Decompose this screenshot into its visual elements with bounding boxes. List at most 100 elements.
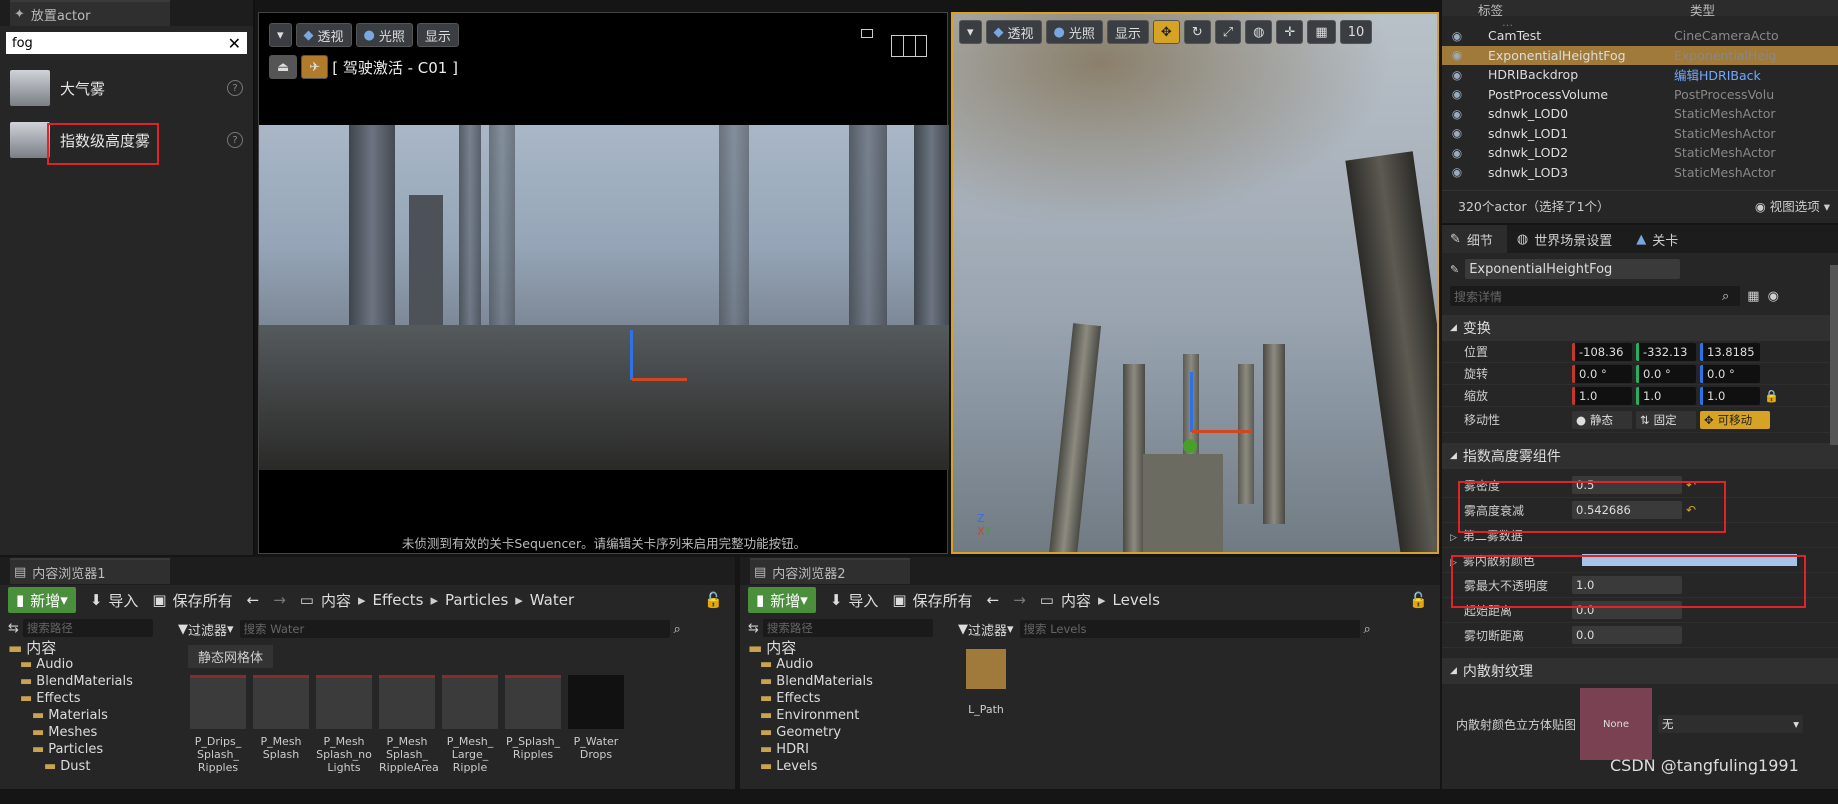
rotation-z[interactable]: 0.0 °	[1700, 364, 1760, 383]
location-y[interactable]: -332.13	[1636, 342, 1696, 361]
lock-icon[interactable]: 🔓	[704, 591, 723, 609]
sources-icon[interactable]: ⇆	[748, 621, 759, 636]
details-scrollbar[interactable]	[1830, 265, 1838, 445]
lit-button[interactable]: ● 光照	[1045, 20, 1103, 44]
back-icon[interactable]: ←	[987, 591, 1000, 609]
folder-tree-item[interactable]: ▬ BlendMaterials	[8, 673, 178, 690]
gizmo-x-axis[interactable]	[632, 378, 687, 381]
grid-snap-value[interactable]: 10	[1339, 20, 1373, 44]
breadcrumb-item[interactable]: Levels	[1113, 591, 1160, 609]
perspective-button[interactable]: ◆ 透视	[985, 20, 1042, 44]
breadcrumb-item[interactable]: Particles	[445, 591, 508, 609]
cb2-add-button[interactable]: ▮ 新增 ▾	[748, 587, 816, 613]
section-inscatter-texture[interactable]: ◢ 内散射纹理	[1442, 658, 1838, 684]
outliner-row[interactable]: ◉ PostProcessVolume PostProcessVolu	[1442, 85, 1838, 105]
folder-tree-item[interactable]: ▬ BlendMaterials	[748, 673, 958, 690]
location-x[interactable]: -108.36	[1572, 342, 1632, 361]
outliner-row[interactable]: ◉ sdnwk_LOD3 StaticMeshActor	[1442, 163, 1838, 183]
gizmo-z-axis[interactable]	[630, 330, 633, 380]
folder-tree-item[interactable]: ▬ Effects	[748, 690, 958, 707]
outliner-row[interactable]: ◉ ExponentialHeightFog ExponentialHeig	[1442, 45, 1838, 65]
lock-icon[interactable]: 🔓	[1409, 591, 1428, 609]
camera-lock-icon[interactable]: ✈	[301, 55, 329, 79]
asset-tile[interactable]: P_Mesh Splash	[253, 675, 309, 761]
scale-tool-icon[interactable]: ⤢	[1214, 20, 1242, 44]
folder-tree-item[interactable]: ▬ Levels	[748, 758, 958, 775]
asset-tile[interactable]: P_Water Drops	[568, 675, 624, 761]
cb2-path-search[interactable]: 搜索路径	[762, 619, 933, 637]
folder-tree-item[interactable]: ▬ Particles	[8, 741, 178, 758]
lit-button[interactable]: ● 光照	[355, 23, 413, 47]
place-actor-tab[interactable]: ✦ 放置actor	[10, 0, 170, 26]
location-z[interactable]: 13.8185	[1700, 342, 1760, 361]
folder-tree-item[interactable]: ▬ Effects	[8, 690, 178, 707]
rotation-x[interactable]: 0.0 °	[1572, 364, 1632, 383]
content-browser-2-tab[interactable]: ▤ 内容浏览器2	[750, 558, 910, 584]
actor-name-input[interactable]: ExponentialHeightFog	[1465, 259, 1681, 279]
outliner-row[interactable]: ◉ HDRIBackdrop 编辑HDRIBack	[1442, 65, 1838, 85]
folder-tree-item[interactable]: ▬ Meshes	[8, 724, 178, 741]
details-search-input[interactable]: 搜索详情	[1450, 286, 1740, 306]
maximize-icon[interactable]	[861, 29, 873, 38]
visibility-eye-icon[interactable]: ◉	[1442, 107, 1472, 121]
cb1-save-all-button[interactable]: ▣ 保存所有	[152, 590, 232, 611]
outliner-row[interactable]: ◉ CamTest CineCameraActo	[1442, 26, 1838, 46]
col-type-header[interactable]: 类型	[1690, 0, 1715, 18]
cb1-import-button[interactable]: ⬇ 导入	[90, 590, 139, 611]
asset-tile[interactable]: P_Mesh_ Large_ Ripple	[442, 675, 498, 774]
asset-tile[interactable]: P_Mesh Splash_no Lights	[316, 675, 372, 774]
cb2-filter-button[interactable]: ▼ 过滤器 ▾	[958, 620, 1014, 639]
asset-level-tile[interactable]: L_Path	[966, 649, 1006, 716]
cb2-save-all-button[interactable]: ▣ 保存所有	[892, 590, 972, 611]
viewport-menu-button[interactable]: ▾	[269, 23, 292, 47]
rotation-y[interactable]: 0.0 °	[1636, 364, 1696, 383]
show-button[interactable]: 显示	[1106, 20, 1149, 44]
clear-icon[interactable]: ✕	[228, 34, 241, 53]
forward-icon[interactable]: →	[273, 591, 286, 609]
eye-icon[interactable]: ◉	[1768, 289, 1779, 304]
folder-tree-item[interactable]: ▬ 内容	[748, 639, 958, 658]
sources-icon[interactable]: ⇆	[8, 621, 19, 636]
place-search-input[interactable]: fog ✕	[6, 32, 247, 54]
surface-snap-icon[interactable]: ✛	[1276, 20, 1304, 44]
visibility-eye-icon[interactable]: ◉	[1442, 68, 1472, 82]
mobility-stationary-button[interactable]: ⇅ 固定	[1636, 410, 1696, 429]
scale-z[interactable]: 1.0	[1700, 386, 1760, 405]
folder-tree-item[interactable]: ▬ 内容	[8, 639, 178, 658]
folder-tree-item[interactable]: ▬ Environment	[748, 707, 958, 724]
grid-view-icon[interactable]: ▦	[1747, 289, 1759, 304]
translate-tool-icon[interactable]: ✥	[1152, 20, 1180, 44]
asset-tile[interactable]: P_Drips_ Splash_ Ripples	[190, 675, 246, 774]
scale-x[interactable]: 1.0	[1572, 386, 1632, 405]
cutoff-distance-input[interactable]: 0.0	[1572, 626, 1682, 644]
folder-tree-item[interactable]: ▬ HDRI	[748, 741, 958, 758]
content-browser-1-tab[interactable]: ▤ 内容浏览器1	[10, 558, 170, 584]
help-icon[interactable]: ?	[227, 80, 243, 96]
breadcrumb-item[interactable]: 内容	[1061, 590, 1091, 611]
asset-tile[interactable]: P_Splash_ Ripples	[505, 675, 561, 761]
visibility-eye-icon[interactable]: ◉	[1442, 146, 1472, 160]
show-button[interactable]: 显示	[416, 23, 459, 47]
gizmo-z-axis[interactable]	[1190, 372, 1193, 432]
folder-tree-item[interactable]: ▬ Audio	[8, 656, 178, 673]
cb1-path-search[interactable]: 搜索路径	[22, 619, 153, 637]
section-fog-component[interactable]: ◢ 指数高度雾组件	[1442, 443, 1838, 469]
folder-tree-item[interactable]: ▬ Audio	[748, 656, 958, 673]
cubemap-thumbnail[interactable]: None	[1580, 688, 1652, 760]
viewport-menu-button[interactable]: ▾	[959, 20, 982, 44]
viewport-perspective[interactable]: Z XY ▾ ◆ 透视 ● 光照 显示 ✥ ↻ ⤢ ◍ ✛ ▦ 10	[951, 12, 1439, 554]
cb1-filter-button[interactable]: ▼ 过滤器 ▾	[178, 620, 234, 639]
cubemap-select[interactable]: 无 ▾	[1658, 715, 1803, 733]
tab-level[interactable]: ▲ 关卡	[1628, 225, 1693, 253]
section-transform[interactable]: ◢ 变换	[1442, 315, 1838, 341]
back-icon[interactable]: ←	[247, 591, 260, 609]
eject-icon[interactable]: ⏏	[269, 55, 298, 79]
gizmo-x-axis[interactable]	[1192, 430, 1252, 433]
folder-tree-item[interactable]: ▬ Geometry	[748, 724, 958, 741]
grid-snap-icon[interactable]: ▦	[1307, 20, 1336, 44]
rotate-tool-icon[interactable]: ↻	[1183, 20, 1211, 44]
folder-tree-item[interactable]: ▬ Materials	[8, 707, 178, 724]
cb2-asset-search[interactable]: 搜索 Levels	[1019, 620, 1360, 638]
scale-y[interactable]: 1.0	[1636, 386, 1696, 405]
visibility-eye-icon[interactable]: ◉	[1442, 126, 1472, 140]
